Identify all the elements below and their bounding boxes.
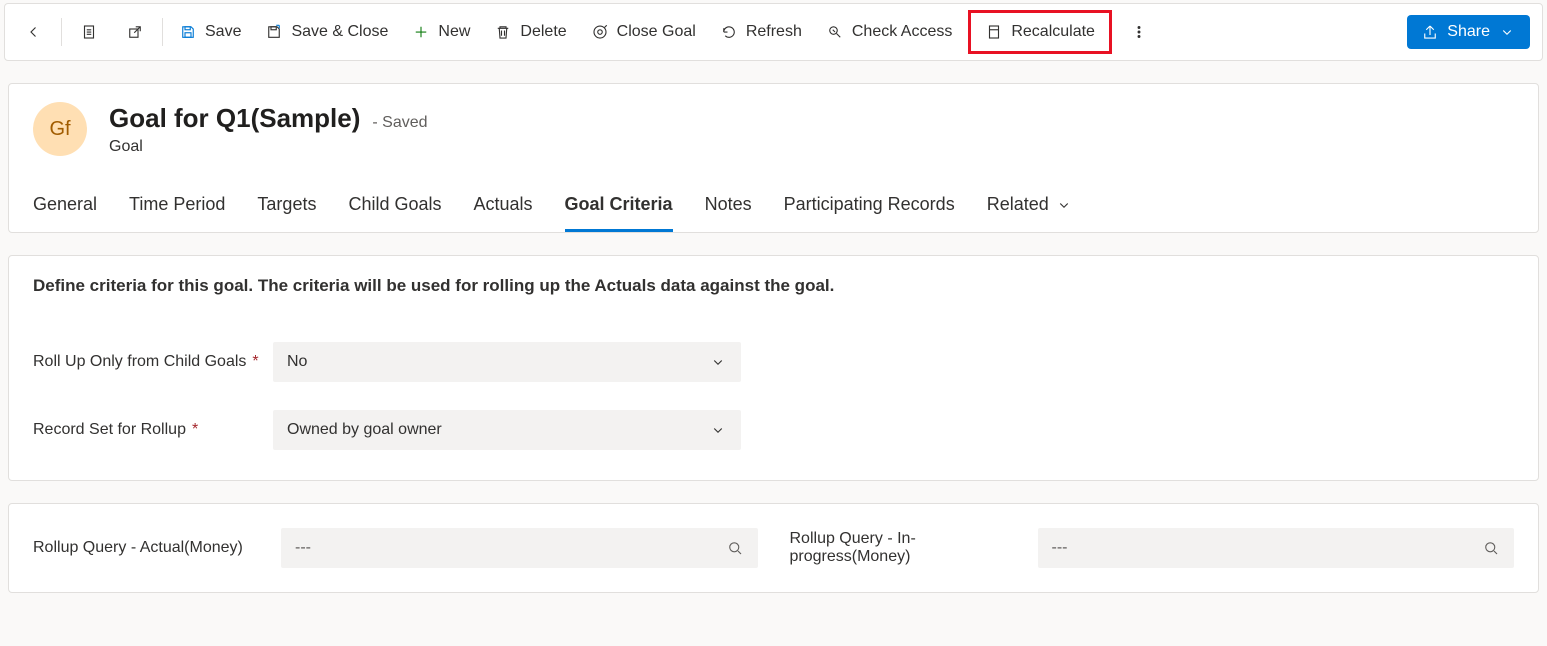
overflow-button[interactable] [1116, 15, 1162, 49]
record-header-card: Gf Goal for Q1(Sample) - Saved Goal Gene… [8, 83, 1539, 233]
entity-name: Goal [109, 138, 428, 156]
field-rollup-child: Roll Up Only from Child Goals * No [33, 342, 1514, 382]
more-vertical-icon [1130, 23, 1148, 41]
field-record-set: Record Set for Rollup * Owned by goal ow… [33, 410, 1514, 450]
tab-related[interactable]: Related [987, 182, 1073, 232]
trash-icon [494, 23, 512, 41]
rollup-inprogress-value: --- [1052, 539, 1068, 557]
tab-child-goals[interactable]: Child Goals [348, 182, 441, 232]
chevron-down-icon [709, 353, 727, 371]
rollup-actual-label: Rollup Query - Actual(Money) [33, 539, 243, 557]
rollup-inprogress-lookup[interactable]: --- [1038, 528, 1515, 568]
new-button[interactable]: New [400, 15, 482, 49]
field-rollup-inprogress: Rollup Query - In-progress(Money) --- [790, 528, 1515, 568]
refresh-icon [720, 23, 738, 41]
rollup-child-label: Roll Up Only from Child Goals [33, 353, 246, 371]
refresh-button[interactable]: Refresh [708, 15, 814, 49]
back-arrow-icon [25, 23, 43, 41]
refresh-label: Refresh [746, 23, 802, 41]
check-access-icon [826, 23, 844, 41]
chevron-down-icon [1055, 196, 1073, 214]
open-new-window-button[interactable] [112, 15, 158, 49]
check-access-button[interactable]: Check Access [814, 15, 964, 49]
tab-participating-records[interactable]: Participating Records [784, 182, 955, 232]
save-button[interactable]: Save [167, 15, 253, 49]
record-header: Gf Goal for Q1(Sample) - Saved Goal [33, 102, 1514, 156]
record-set-value: Owned by goal owner [287, 421, 442, 439]
tab-related-label: Related [987, 194, 1049, 215]
save-close-button[interactable]: Save & Close [253, 15, 400, 49]
divider [61, 18, 62, 46]
required-asterisk: * [192, 421, 198, 439]
calculator-icon [985, 23, 1003, 41]
rollup-child-value: No [287, 353, 307, 371]
search-icon [726, 539, 744, 557]
share-button[interactable]: Share [1407, 15, 1530, 49]
rollup-child-select[interactable]: No [273, 342, 741, 382]
recalculate-button[interactable]: Recalculate [973, 15, 1107, 49]
rollup-actual-value: --- [295, 539, 311, 557]
field-rollup-actual: Rollup Query - Actual(Money) --- [33, 528, 758, 568]
recalculate-label: Recalculate [1011, 23, 1095, 41]
chevron-down-icon [1498, 23, 1516, 41]
new-label: New [438, 23, 470, 41]
view-record-button[interactable] [66, 15, 112, 49]
rollup-inprogress-label: Rollup Query - In-progress(Money) [790, 530, 1030, 566]
close-goal-icon [591, 23, 609, 41]
required-asterisk: * [252, 353, 258, 371]
tab-targets[interactable]: Targets [257, 182, 316, 232]
save-icon [179, 23, 197, 41]
record-set-label: Record Set for Rollup [33, 421, 186, 439]
rollup-query-section: Rollup Query - Actual(Money) --- Rollup … [8, 503, 1539, 593]
recalculate-highlight: Recalculate [968, 10, 1112, 54]
title-block: Goal for Q1(Sample) - Saved Goal [109, 103, 428, 156]
delete-label: Delete [520, 23, 566, 41]
share-icon [1421, 23, 1439, 41]
plus-icon [412, 23, 430, 41]
chevron-down-icon [709, 421, 727, 439]
close-goal-label: Close Goal [617, 23, 696, 41]
page-title: Goal for Q1(Sample) [109, 103, 360, 134]
criteria-description: Define criteria for this goal. The crite… [33, 276, 1514, 296]
divider [162, 18, 163, 46]
avatar: Gf [33, 102, 87, 156]
save-label: Save [205, 23, 241, 41]
save-close-label: Save & Close [291, 23, 388, 41]
tabs: General Time Period Targets Child Goals … [33, 182, 1514, 232]
criteria-section: Define criteria for this goal. The crite… [8, 255, 1539, 481]
search-icon [1482, 539, 1500, 557]
command-bar: Save Save & Close New Delete Close Goal … [4, 3, 1543, 61]
tab-goal-criteria[interactable]: Goal Criteria [565, 182, 673, 232]
tab-actuals[interactable]: Actuals [474, 182, 533, 232]
share-label: Share [1447, 23, 1490, 41]
record-set-select[interactable]: Owned by goal owner [273, 410, 741, 450]
saved-status: - Saved [372, 114, 427, 132]
back-button[interactable] [11, 15, 57, 49]
check-access-label: Check Access [852, 23, 952, 41]
tab-time-period[interactable]: Time Period [129, 182, 225, 232]
tab-general[interactable]: General [33, 182, 97, 232]
rollup-actual-lookup[interactable]: --- [281, 528, 758, 568]
popout-icon [126, 23, 144, 41]
close-goal-button[interactable]: Close Goal [579, 15, 708, 49]
save-close-icon [265, 23, 283, 41]
tab-notes[interactable]: Notes [705, 182, 752, 232]
document-icon [80, 23, 98, 41]
delete-button[interactable]: Delete [482, 15, 578, 49]
